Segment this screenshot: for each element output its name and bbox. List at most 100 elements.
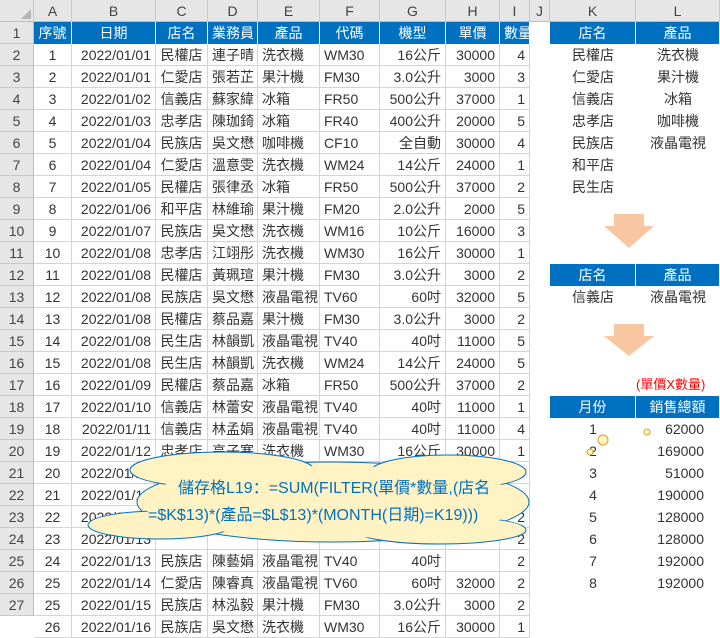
table-cell[interactable]: 民族店 xyxy=(156,220,208,242)
table-cell[interactable]: 2 xyxy=(500,176,530,198)
table-header[interactable]: 日期 xyxy=(72,22,156,44)
table-cell[interactable]: 冰箱 xyxy=(258,110,320,132)
table-cell[interactable]: 6 xyxy=(34,154,72,176)
table-cell[interactable]: FM30 xyxy=(320,264,380,286)
table-cell[interactable]: 3 xyxy=(34,88,72,110)
table-cell[interactable]: 37000 xyxy=(446,374,500,396)
table-cell[interactable]: 2022/01/04 xyxy=(72,154,156,176)
table-cell[interactable]: 液晶電視 xyxy=(258,396,320,418)
table-cell[interactable]: 5 xyxy=(500,352,530,374)
summary-total[interactable]: 192000 xyxy=(636,550,720,572)
table-cell[interactable]: 1 xyxy=(34,44,72,66)
table-cell[interactable]: 蔡品嘉 xyxy=(208,308,258,330)
table-cell[interactable]: 2022/01/12 xyxy=(72,484,156,506)
table-cell[interactable]: 1 xyxy=(500,242,530,264)
lookup-header-store[interactable]: 店名 xyxy=(550,22,636,44)
row-header[interactable]: 26 xyxy=(0,572,34,594)
table-cell[interactable]: 11 xyxy=(34,264,72,286)
table-cell[interactable]: FR50 xyxy=(320,176,380,198)
table-cell[interactable]: WM30 xyxy=(320,440,380,462)
table-cell[interactable]: 洗衣機 xyxy=(258,616,320,638)
table-cell[interactable]: FM30 xyxy=(320,66,380,88)
table-cell[interactable] xyxy=(380,528,446,550)
table-cell[interactable]: 2 xyxy=(500,594,530,616)
table-cell[interactable]: 5 xyxy=(500,198,530,220)
table-cell[interactable]: 2022/01/13 xyxy=(72,528,156,550)
summary-month[interactable]: 3 xyxy=(550,462,636,484)
table-cell[interactable]: 吳文懋 xyxy=(208,132,258,154)
row-header[interactable]: 16 xyxy=(0,352,34,374)
row-header[interactable]: 4 xyxy=(0,88,34,110)
table-cell[interactable]: 11000 xyxy=(446,396,500,418)
table-cell[interactable]: 1 xyxy=(500,88,530,110)
table-cell[interactable]: 果汁機 xyxy=(258,594,320,616)
row-header[interactable]: 6 xyxy=(0,132,34,154)
table-cell[interactable]: 2022/01/06 xyxy=(72,198,156,220)
table-cell[interactable]: 2022/01/16 xyxy=(72,616,156,638)
table-cell[interactable]: 信義店 xyxy=(156,396,208,418)
table-cell[interactable]: 2000 xyxy=(446,198,500,220)
table-cell[interactable]: 洗衣機 xyxy=(258,440,320,462)
table-cell[interactable]: WM30 xyxy=(320,44,380,66)
table-cell[interactable]: 4 xyxy=(500,132,530,154)
table-cell[interactable] xyxy=(156,528,208,550)
table-cell[interactable]: 2 xyxy=(34,66,72,88)
table-cell[interactable]: 2022/01/02 xyxy=(72,88,156,110)
table-cell[interactable]: 500公升 xyxy=(380,176,446,198)
table-cell[interactable]: 2022/01/15 xyxy=(72,594,156,616)
table-cell[interactable]: 果汁機 xyxy=(258,264,320,286)
table-cell[interactable]: 2 xyxy=(500,264,530,286)
table-cell[interactable]: 24000 xyxy=(446,352,500,374)
table-cell[interactable]: CF10 xyxy=(320,132,380,154)
table-cell[interactable]: TV40 xyxy=(320,396,380,418)
row-header[interactable]: 24 xyxy=(0,528,34,550)
table-cell[interactable]: 民權店 xyxy=(156,264,208,286)
table-cell[interactable]: 2022/01/09 xyxy=(72,374,156,396)
table-cell[interactable]: 1 xyxy=(500,484,530,506)
row-header[interactable]: 19 xyxy=(0,418,34,440)
table-cell[interactable]: 2022/01/11 xyxy=(72,418,156,440)
table-cell[interactable]: 2022/01/07 xyxy=(72,220,156,242)
table-cell[interactable]: 黃珮瑄 xyxy=(208,264,258,286)
table-cell[interactable]: 16000 xyxy=(446,220,500,242)
table-cell[interactable]: 高子寒 xyxy=(208,440,258,462)
table-cell[interactable]: 忠孝店 xyxy=(156,242,208,264)
table-cell[interactable]: 2022/01/08 xyxy=(72,308,156,330)
table-cell[interactable]: 4 xyxy=(34,110,72,132)
table-cell[interactable]: 林泓毅 xyxy=(208,594,258,616)
table-header[interactable]: 產品 xyxy=(258,22,320,44)
table-cell[interactable]: 2022/01/14 xyxy=(72,572,156,594)
table-cell[interactable]: 2022/01/12 xyxy=(72,462,156,484)
column-header[interactable]: F xyxy=(320,0,380,22)
table-cell[interactable]: 洗衣機 xyxy=(258,44,320,66)
table-cell[interactable]: 忠孝店 xyxy=(156,110,208,132)
lookup-store[interactable]: 民族店 xyxy=(550,132,636,154)
table-cell[interactable]: 16 xyxy=(34,374,72,396)
table-cell[interactable]: TV60 xyxy=(320,572,380,594)
table-cell[interactable]: 26 xyxy=(34,616,72,638)
table-cell[interactable]: 20000 xyxy=(446,110,500,132)
table-cell[interactable]: 林韻凱 xyxy=(208,330,258,352)
row-header[interactable]: 12 xyxy=(0,264,34,286)
table-cell[interactable]: 37000 xyxy=(446,176,500,198)
table-cell[interactable]: 冰箱 xyxy=(258,88,320,110)
table-cell[interactable]: 陳藝娟 xyxy=(208,550,258,572)
table-cell[interactable]: 30000 xyxy=(446,242,500,264)
table-cell[interactable]: 21 xyxy=(34,484,72,506)
table-cell[interactable]: 8 xyxy=(34,198,72,220)
table-cell[interactable]: FM30 xyxy=(320,308,380,330)
summary-total[interactable]: 62000 xyxy=(636,418,720,440)
table-cell[interactable]: 蘇家緯 xyxy=(208,88,258,110)
table-cell[interactable]: 液晶電視 xyxy=(258,572,320,594)
summary-month[interactable]: 7 xyxy=(550,550,636,572)
table-cell[interactable]: 1 xyxy=(500,440,530,462)
table-cell[interactable]: 張若芷 xyxy=(208,66,258,88)
table-cell[interactable]: 民族店 xyxy=(156,286,208,308)
table-cell[interactable]: 吳文懋 xyxy=(208,616,258,638)
table-cell[interactable]: FM20 xyxy=(320,198,380,220)
table-cell[interactable]: 2022/01/01 xyxy=(72,44,156,66)
lookup-store[interactable]: 忠孝店 xyxy=(550,110,636,132)
row-header[interactable]: 5 xyxy=(0,110,34,132)
summary-total[interactable]: 190000 xyxy=(636,484,720,506)
row-header[interactable]: 23 xyxy=(0,506,34,528)
